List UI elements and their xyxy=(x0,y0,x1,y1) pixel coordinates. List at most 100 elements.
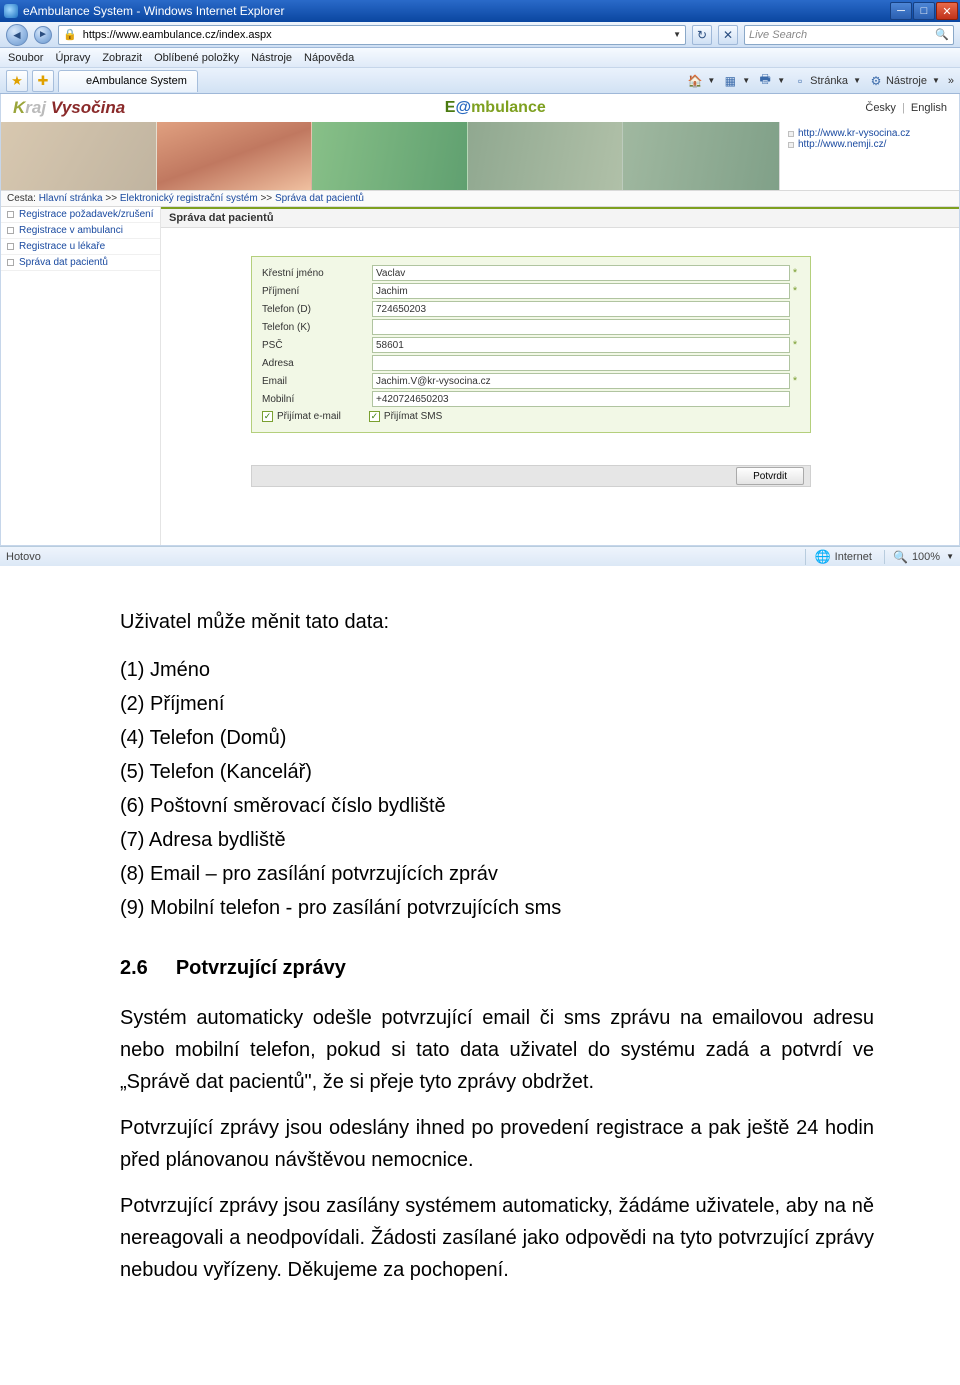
refresh-button[interactable]: ↻ xyxy=(692,25,712,45)
crumb-current[interactable]: Správa dat pacientů xyxy=(275,193,364,204)
label-phone-office: Telefon (K) xyxy=(262,322,372,333)
ext-link-1[interactable]: http://www.kr-vysocina.cz xyxy=(788,128,951,139)
print-button[interactable]: 🖶▼ xyxy=(758,74,785,88)
region-logo: Kraj Vysočina xyxy=(13,98,125,118)
active-tab[interactable]: eAmbulance System xyxy=(58,70,198,92)
status-text: Hotovo xyxy=(6,551,41,563)
browser-search[interactable]: Live Search 🔍 xyxy=(744,25,954,45)
overflow-button[interactable]: » xyxy=(948,75,954,87)
label-firstname: Křestní jméno xyxy=(262,268,372,279)
url-dropdown-icon[interactable]: ▼ xyxy=(673,30,681,39)
feeds-icon: ▦ xyxy=(723,74,737,88)
sidebar: Registrace požadavek/zrušení Registrace … xyxy=(1,207,161,545)
language-selector: Česky | English xyxy=(865,102,947,114)
lock-icon: 🔒 xyxy=(63,28,77,41)
patient-form: Křestní jméno* Příjmení* Telefon (D) Tel… xyxy=(251,256,811,433)
tab-toolbar: ★ ✚ eAmbulance System 🏠▼ ▦▼ 🖶▼ ▫Stránka▼… xyxy=(0,68,960,94)
section-header: 2.6 Potvrzující zprávy xyxy=(120,952,874,984)
add-fav-button[interactable]: ✚ xyxy=(32,70,54,92)
stop-button[interactable]: ✕ xyxy=(718,25,738,45)
input-phone-home[interactable] xyxy=(372,301,790,317)
input-mobile[interactable] xyxy=(372,391,790,407)
label-address: Adresa xyxy=(262,358,372,369)
doc-item-6: (6) Poštovní směrovací číslo bydliště xyxy=(120,790,874,822)
feeds-button[interactable]: ▦▼ xyxy=(723,74,750,88)
doc-p3: Potvrzující zprávy jsou zasílány systéme… xyxy=(120,1190,874,1286)
page-content: Kraj Vysočina E@mbulance Česky | English… xyxy=(0,94,960,546)
sidebar-item-registrace-pozadavek[interactable]: Registrace požadavek/zrušení xyxy=(1,207,160,223)
lang-cs-link[interactable]: Česky xyxy=(865,102,896,114)
app-header: Kraj Vysočina E@mbulance Česky | English xyxy=(1,94,959,122)
doc-item-9: (9) Mobilní telefon - pro zasílání potvr… xyxy=(120,892,874,924)
search-icon[interactable]: 🔍 xyxy=(935,28,949,41)
doc-p2: Potvrzující zprávy jsou odeslány ihned p… xyxy=(120,1112,874,1176)
status-bar: Hotovo 🌐Internet 🔍100%▼ xyxy=(0,546,960,566)
home-icon: 🏠 xyxy=(688,74,702,88)
security-zone: 🌐Internet xyxy=(805,549,872,565)
close-button[interactable]: ✕ xyxy=(936,2,958,20)
input-lastname[interactable] xyxy=(372,283,790,299)
input-address[interactable] xyxy=(372,355,790,371)
lang-en-link[interactable]: English xyxy=(911,102,947,114)
breadcrumb: Cesta: Hlavní stránka >> Elektronický re… xyxy=(1,190,959,207)
input-email[interactable] xyxy=(372,373,790,389)
ie-app-icon xyxy=(4,4,18,18)
page-menu[interactable]: ▫Stránka▼ xyxy=(793,74,861,88)
doc-item-2: (2) Příjmení xyxy=(120,688,874,720)
tools-menu[interactable]: ⚙Nástroje▼ xyxy=(869,74,940,88)
globe-icon: 🌐 xyxy=(814,549,830,565)
crumb-home[interactable]: Hlavní stránka xyxy=(39,193,103,204)
input-zip[interactable] xyxy=(372,337,790,353)
menu-tools[interactable]: Nástroje xyxy=(251,52,292,64)
app-logo: E@mbulance xyxy=(445,99,546,117)
page-icon: ▫ xyxy=(793,74,807,88)
doc-item-5: (5) Telefon (Kancelář) xyxy=(120,756,874,788)
main-content: Správa dat pacientů Křestní jméno* Příjm… xyxy=(161,207,959,545)
gear-icon: ⚙ xyxy=(869,74,883,88)
section-number: 2.6 xyxy=(120,952,148,984)
document-body: Uživatel může měnit tato data: (1) Jméno… xyxy=(0,566,960,1346)
banner-links: http://www.kr-vysocina.cz http://www.nem… xyxy=(779,122,959,190)
input-firstname[interactable] xyxy=(372,265,790,281)
back-button[interactable]: ◄ xyxy=(6,24,28,46)
favorites-button[interactable]: ★ xyxy=(6,70,28,92)
tab-label: eAmbulance System xyxy=(86,75,187,87)
checkbox-receive-email[interactable]: ✓Přijímat e-mail xyxy=(262,411,341,422)
address-bar[interactable]: 🔒 ▼ xyxy=(58,25,686,45)
sidebar-item-sprava-pacientu[interactable]: Správa dat pacientů xyxy=(1,255,160,271)
label-phone-home: Telefon (D) xyxy=(262,304,372,315)
window-title: eAmbulance System - Windows Internet Exp… xyxy=(23,4,284,18)
print-icon: 🖶 xyxy=(758,74,772,88)
label-zip: PSČ xyxy=(262,340,372,351)
menu-help[interactable]: Nápověda xyxy=(304,52,354,64)
menu-edit[interactable]: Úpravy xyxy=(55,52,90,64)
ext-link-2[interactable]: http://www.nemji.cz/ xyxy=(788,139,951,150)
zoom-icon: 🔍 xyxy=(893,550,908,564)
checkbox-receive-sms[interactable]: ✓Přijímat SMS xyxy=(369,411,442,422)
tab-favicon xyxy=(69,75,81,87)
form-action-bar: Potvrdit xyxy=(251,465,811,487)
menu-favorites[interactable]: Oblíbené položky xyxy=(154,52,239,64)
search-placeholder: Live Search xyxy=(749,29,807,41)
doc-item-7: (7) Adresa bydliště xyxy=(120,824,874,856)
crumb-system[interactable]: Elektronický registrační systém xyxy=(120,193,258,204)
maximize-button[interactable]: □ xyxy=(913,2,935,20)
forward-button[interactable]: ► xyxy=(34,26,52,44)
menu-view[interactable]: Zobrazit xyxy=(102,52,142,64)
sidebar-item-registrace-lekare[interactable]: Registrace u lékaře xyxy=(1,239,160,255)
home-button[interactable]: 🏠▼ xyxy=(688,74,715,88)
label-lastname: Příjmení xyxy=(262,286,372,297)
input-phone-office[interactable] xyxy=(372,319,790,335)
zoom-control[interactable]: 🔍100%▼ xyxy=(884,550,954,564)
banner-image xyxy=(1,122,779,190)
doc-intro: Uživatel může měnit tato data: xyxy=(120,606,874,638)
label-mobile: Mobilní xyxy=(262,394,372,405)
label-email: Email xyxy=(262,376,372,387)
sidebar-item-registrace-ambulanci[interactable]: Registrace v ambulanci xyxy=(1,223,160,239)
submit-button[interactable]: Potvrdit xyxy=(736,467,804,485)
url-input[interactable] xyxy=(81,28,667,42)
window-titlebar: eAmbulance System - Windows Internet Exp… xyxy=(0,0,960,22)
nav-toolbar: ◄ ► 🔒 ▼ ↻ ✕ Live Search 🔍 xyxy=(0,22,960,48)
menu-file[interactable]: Soubor xyxy=(8,52,43,64)
minimize-button[interactable]: ─ xyxy=(890,2,912,20)
